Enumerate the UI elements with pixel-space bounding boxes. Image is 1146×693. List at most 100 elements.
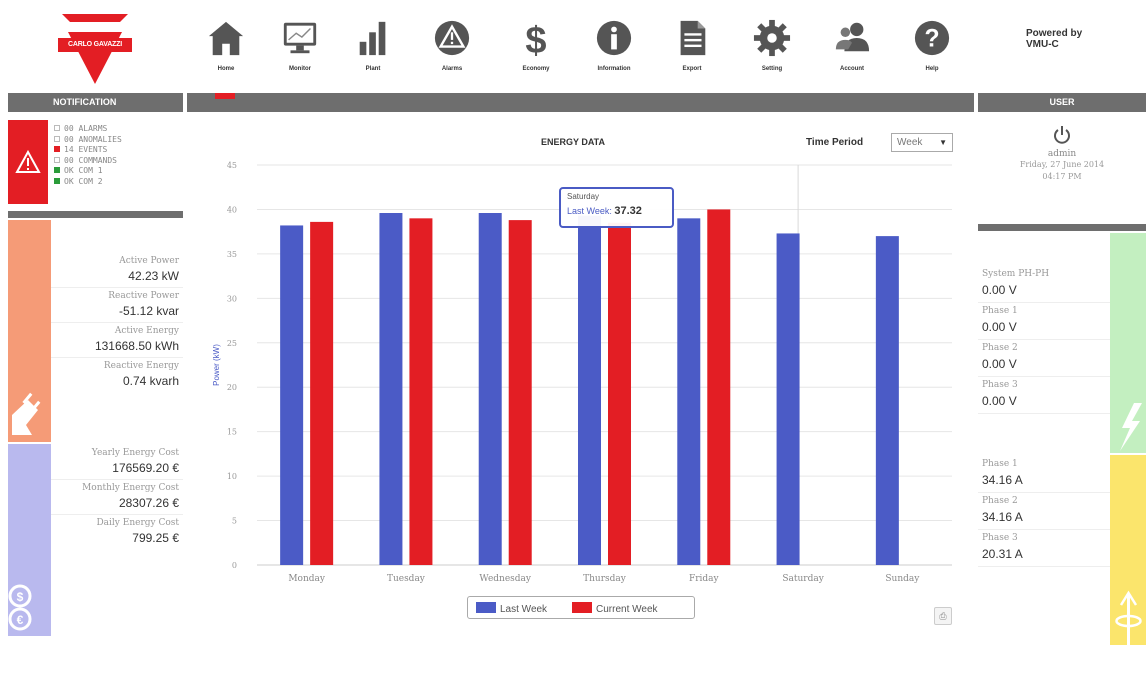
active-power-value: 42.23 kW — [128, 269, 179, 283]
current-phase2-value: 34.16 A — [978, 506, 1110, 530]
reactive-energy-label: Reactive Energy — [103, 361, 179, 371]
y-tick-label: 35 — [227, 250, 237, 259]
y-tick-label: 15 — [227, 428, 237, 437]
y-axis-label: Power (kW) — [212, 344, 221, 386]
nav-economy-label: Economy — [522, 66, 550, 72]
cost-values: Yearly Energy Cost 176569.20 € Monthly E… — [51, 448, 183, 549]
legend-current-week[interactable]: Current Week — [572, 602, 658, 615]
monthly-cost-label: Monthly Energy Cost — [82, 483, 179, 493]
logout-power-icon[interactable] — [1052, 125, 1072, 145]
legend-swatch — [476, 602, 496, 613]
bar-current-week — [608, 222, 631, 565]
svg-text:$: $ — [525, 20, 546, 58]
nav-home[interactable]: Home — [200, 18, 252, 82]
voltage-panel: System PH-PH 0.00 V Phase 1 0.00 V Phase… — [978, 233, 1146, 453]
x-tick-label: Sunday — [885, 574, 920, 584]
bar-current-week — [310, 221, 334, 565]
daily-cost-label: Daily Energy Cost — [96, 518, 179, 528]
nav-account[interactable]: Account — [826, 18, 878, 82]
notif-anomalies[interactable]: 00 ANOMALIES — [54, 135, 122, 146]
gear-icon — [753, 19, 791, 57]
plant-icon — [359, 21, 386, 56]
current-panel: Phase 1 34.16 A Phase 2 34.16 A Phase 3 … — [978, 455, 1146, 645]
nav-alarms-label: Alarms — [441, 66, 463, 72]
current-phase1-value: 34.16 A — [978, 469, 1110, 493]
current-phase1-label: Phase 1 — [982, 459, 1018, 469]
nav-export[interactable]: Export — [666, 18, 718, 82]
print-button[interactable]: ⎙ — [934, 607, 952, 625]
powered-by-text: Powered by — [1026, 28, 1083, 39]
right-divider — [978, 224, 1146, 231]
chart-tooltip: Saturday Last Week: 37.32 — [559, 187, 674, 228]
notif-com1[interactable]: OK COM 1 — [54, 166, 122, 177]
app-window: CARLO GAVAZZI Home Monitor Plant Alarms … — [0, 0, 1146, 693]
tooltip-value: 37.32 — [614, 205, 642, 217]
nav-plant[interactable]: Plant — [347, 18, 399, 82]
bar-last-week — [280, 225, 304, 565]
chart-title: ENERGY DATA — [541, 137, 606, 147]
power-panel: Active Power 42.23 kW Reactive Power -51… — [8, 220, 183, 442]
svg-text:$: $ — [17, 590, 24, 604]
y-tick-label: 5 — [232, 517, 237, 526]
document-icon — [680, 20, 706, 56]
dropdown-arrow-icon: ▼ — [939, 138, 947, 147]
powered-product: VMU-C — [1026, 39, 1059, 50]
voltage-strip[interactable] — [1110, 233, 1146, 453]
x-tick-label: Thursday — [583, 574, 627, 584]
home-icon — [208, 21, 244, 56]
plug-icon — [12, 392, 41, 435]
legend-last-week[interactable]: Last Week — [476, 602, 547, 615]
voltage-phase3-label: Phase 3 — [982, 380, 1018, 390]
notif-com2[interactable]: OK COM 2 — [54, 177, 122, 188]
nav-export-label: Export — [682, 66, 702, 72]
cost-panel: $ € Yearly Energy Cost 176569.20 € Monthl… — [8, 444, 183, 636]
svg-text:?: ? — [924, 26, 939, 53]
carlo-gavazzi-logo: CARLO GAVAZZI — [58, 14, 132, 84]
nav-economy[interactable]: $ Economy — [510, 18, 562, 82]
notif-count: OK — [64, 166, 74, 175]
current-strip[interactable] — [1110, 455, 1146, 645]
notification-alert-block[interactable] — [8, 120, 48, 204]
reactive-power-label: Reactive Power — [108, 291, 179, 301]
cost-strip[interactable]: $ € — [8, 444, 51, 636]
notif-commands[interactable]: 00 COMMANDS — [54, 156, 122, 167]
notif-label: ANOMALIES — [78, 134, 122, 144]
current-phase2-label: Phase 2 — [982, 496, 1018, 506]
notif-events[interactable]: 14 EVENTS — [54, 145, 122, 156]
time-period-label: Time Period — [806, 137, 864, 148]
legend-swatch — [572, 602, 592, 613]
power-strip[interactable] — [8, 220, 51, 442]
status-box — [54, 125, 60, 131]
content-header — [187, 93, 974, 112]
bar-last-week — [677, 218, 701, 565]
time-period-value: Week — [897, 137, 923, 148]
notif-alarms[interactable]: 00 ALARMS — [54, 124, 122, 135]
active-energy-label: Active Energy — [114, 326, 179, 336]
reactive-power-value: -51.12 kvar — [118, 304, 179, 318]
notif-label: COM 1 — [78, 166, 103, 175]
active-tab-marker[interactable] — [215, 93, 235, 99]
coins-icon: $€ — [8, 584, 32, 631]
nav-help-label: Help — [925, 66, 939, 72]
current-phase3-label: Phase 3 — [982, 533, 1018, 543]
warning-icon — [15, 149, 41, 173]
nav-information[interactable]: Information — [588, 18, 640, 82]
legend-label: Last Week — [500, 604, 548, 615]
notif-label: ALARMS — [78, 124, 108, 133]
bar-current-week — [508, 220, 532, 565]
y-tick-label: 0 — [232, 561, 237, 570]
voltage-phase2-value: 0.00 V — [978, 353, 1110, 377]
notif-label: COMMANDS — [78, 155, 117, 165]
nav-help[interactable]: ? Help — [906, 18, 958, 82]
bar-current-week — [409, 218, 433, 565]
y-tick-label: 45 — [227, 161, 237, 170]
nav-alarms[interactable]: Alarms — [426, 18, 478, 82]
nav-setting[interactable]: Setting — [746, 18, 798, 82]
nav-plant-label: Plant — [365, 66, 381, 72]
notif-count: OK — [64, 176, 74, 186]
bar-last-week — [578, 215, 601, 565]
tooltip-series: Last Week — [567, 206, 610, 216]
notif-label: COM 2 — [78, 176, 103, 186]
nav-monitor[interactable]: Monitor — [274, 18, 326, 82]
power-values: Active Power 42.23 kW Reactive Power -51… — [51, 256, 183, 392]
